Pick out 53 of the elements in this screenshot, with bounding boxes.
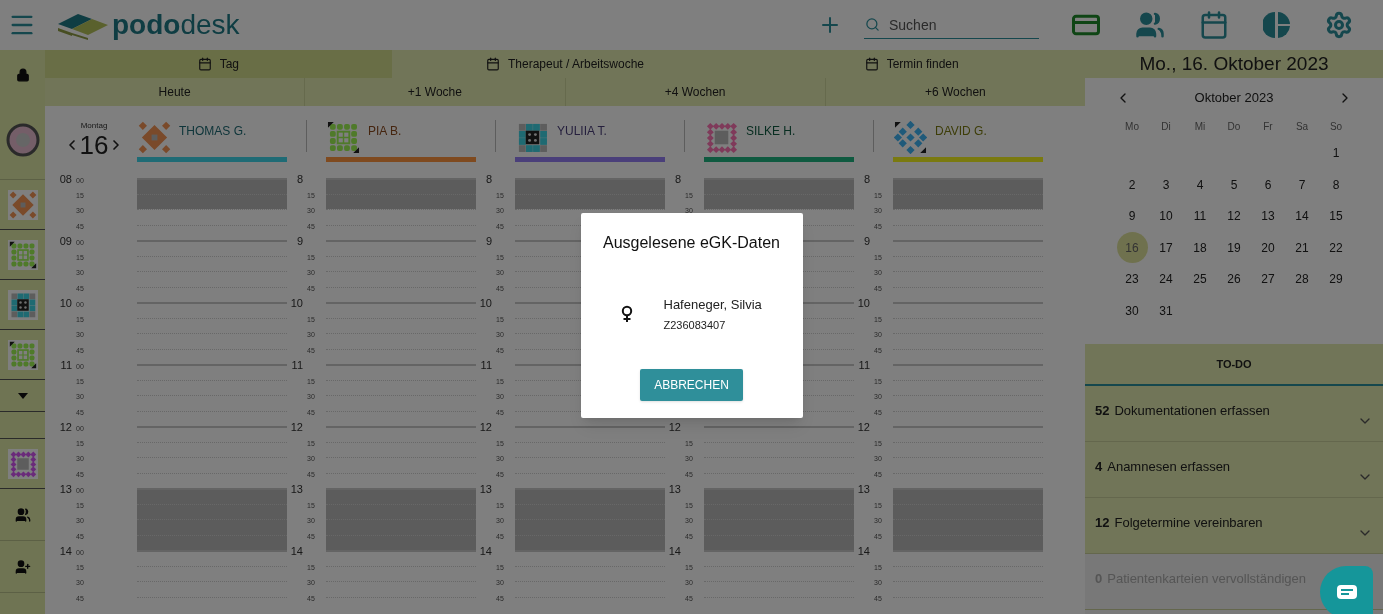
hour-label: 13 bbox=[667, 484, 681, 495]
hour-label: 12 bbox=[667, 422, 681, 433]
logo-text: pododesk bbox=[112, 11, 240, 39]
weekday-header: Do bbox=[1226, 120, 1242, 134]
hour-label: 8 bbox=[484, 174, 492, 185]
patient-number: Z236083407 bbox=[663, 317, 727, 333]
hour-label: 10 bbox=[289, 298, 303, 309]
hour-label: 11 bbox=[59, 360, 72, 371]
hour-label: 12 bbox=[58, 422, 72, 433]
hour-label: 8 bbox=[295, 174, 303, 185]
hour-label: 11 bbox=[290, 360, 303, 371]
todo-count: 52 bbox=[1095, 402, 1110, 420]
weekday-header: Mi bbox=[1193, 120, 1207, 134]
todo-count: 4 bbox=[1095, 458, 1103, 476]
todo-label: Dokumentationen erfassen bbox=[1114, 402, 1270, 420]
todo-count: 12 bbox=[1095, 514, 1110, 532]
weekday-header: Sa bbox=[1294, 120, 1310, 134]
todo-label: Anamnesen erfassen bbox=[1107, 458, 1231, 476]
month-label: Oktober 2023 bbox=[1194, 89, 1274, 107]
weekday-label: Montag bbox=[80, 120, 108, 132]
hour-label: 9 bbox=[295, 236, 303, 247]
hour-label: 11 bbox=[479, 360, 492, 371]
weekday-header: Di bbox=[1160, 120, 1172, 134]
hour-label: 11 bbox=[857, 360, 870, 371]
weekday-header: Mo bbox=[1124, 120, 1140, 134]
day-number: 16 bbox=[79, 132, 109, 158]
hour-label: 10 bbox=[478, 298, 492, 309]
dialog-title: Ausgelesene eGK-Daten bbox=[603, 233, 780, 253]
hour-label: 12 bbox=[478, 422, 492, 433]
hour-label: 12 bbox=[289, 422, 303, 433]
todo-label: Folgetermine vereinbaren bbox=[1114, 514, 1263, 532]
hour-label: 14 bbox=[478, 546, 492, 557]
hour-label: 14 bbox=[58, 546, 72, 557]
patient-name: Hafeneger, Silvia bbox=[663, 296, 762, 314]
hour-label: 14 bbox=[289, 546, 303, 557]
date-title: Mo., 16. Oktober 2023 bbox=[1085, 50, 1383, 78]
hour-label: 13 bbox=[58, 484, 72, 495]
hour-label: 14 bbox=[856, 546, 870, 557]
hour-label: 13 bbox=[478, 484, 492, 495]
hour-label: 10 bbox=[856, 298, 870, 309]
hour-label: 12 bbox=[856, 422, 870, 433]
hour-label: 14 bbox=[667, 546, 681, 557]
hour-label: 13 bbox=[856, 484, 870, 495]
hour-label: 08 bbox=[58, 174, 72, 185]
hour-label: 8 bbox=[673, 174, 681, 185]
hour-label: 09 bbox=[58, 236, 72, 247]
hour-label: 9 bbox=[484, 236, 492, 247]
hour-label: 13 bbox=[289, 484, 303, 495]
weekday-header: So bbox=[1328, 120, 1344, 134]
hour-label: 8 bbox=[862, 174, 870, 185]
hour-label: 10 bbox=[58, 298, 72, 309]
hour-label: 9 bbox=[862, 236, 870, 247]
weekday-header: Fr bbox=[1262, 120, 1274, 134]
